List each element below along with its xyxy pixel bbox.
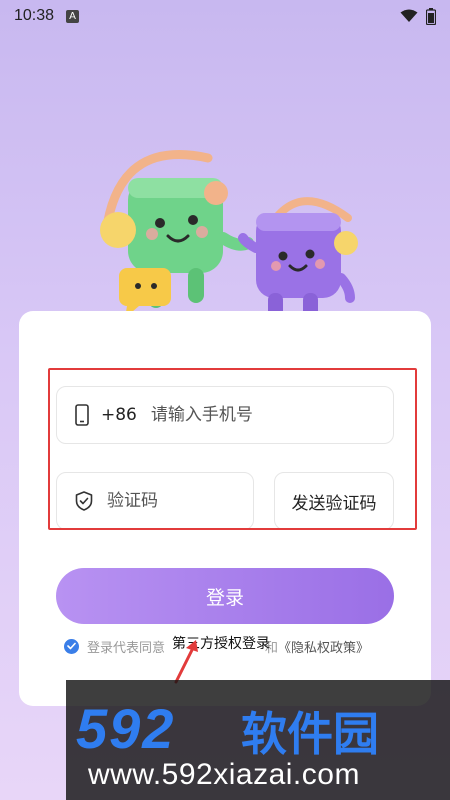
country-code[interactable]: +86 — [101, 405, 137, 425]
agreement-checkbox[interactable] — [64, 638, 79, 654]
phone-icon — [75, 404, 89, 426]
login-button[interactable]: 登录 — [56, 568, 394, 624]
battery-icon — [426, 7, 436, 25]
arrow-icon — [174, 640, 198, 684]
watermark-number: 592 — [76, 697, 176, 760]
watermark-url: www.592xiazai.com — [88, 758, 360, 791]
status-icons — [400, 7, 436, 25]
watermark: 592 软件园 www.592xiazai.com — [66, 680, 450, 800]
notification-icon: A — [66, 9, 80, 23]
send-code-button[interactable]: 发送验证码 — [274, 472, 394, 530]
shield-icon — [75, 491, 93, 511]
status-time: 10:38 — [14, 7, 55, 24]
privacy-policy-link[interactable]: 《隐私权政策》 — [278, 637, 369, 656]
status-bar: 10:38 A — [0, 0, 450, 32]
mascot-illustration — [100, 150, 358, 328]
watermark-brand: 软件园 — [241, 707, 379, 761]
verification-code-field[interactable] — [56, 472, 254, 530]
wifi-icon — [400, 9, 418, 22]
verification-code-input[interactable] — [107, 491, 227, 511]
agreement-text: 登录代表同意 — [87, 640, 166, 656]
phone-field[interactable]: +86 — [56, 386, 394, 444]
phone-input[interactable] — [150, 405, 351, 425]
check-icon — [67, 642, 76, 650]
